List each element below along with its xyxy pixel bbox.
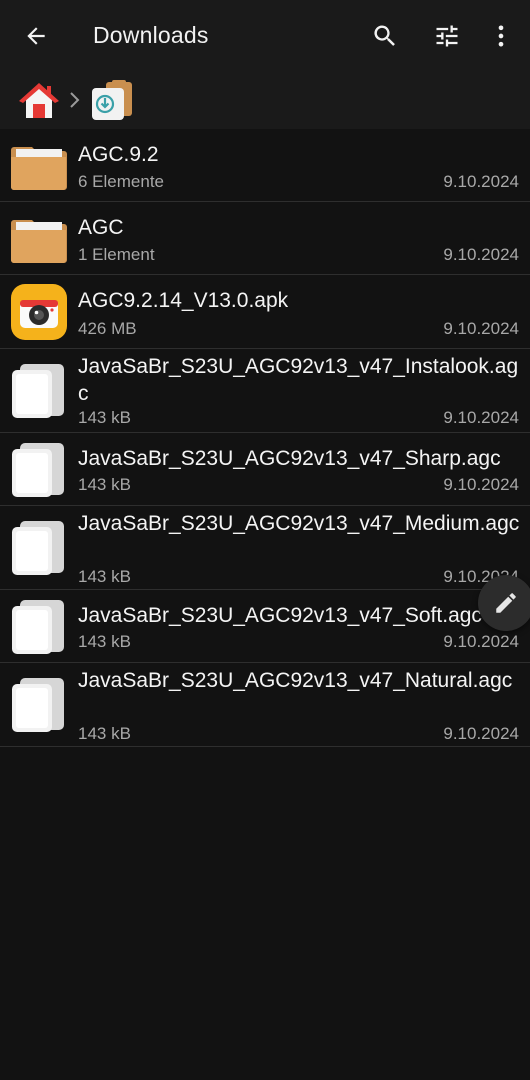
file-meta: 143 kB (78, 567, 131, 586)
file-date: 9.10.2024 (443, 319, 519, 338)
file-date: 9.10.2024 (443, 172, 519, 191)
file-meta: 143 kB (78, 632, 131, 651)
filter-button[interactable] (427, 18, 467, 54)
filter-sliders-icon (436, 25, 458, 47)
list-item[interactable]: JavaSaBr_S23U_AGC92v13_v47_Natural.agc 1… (0, 663, 530, 747)
file-name: JavaSaBr_S23U_AGC92v13_v47_Natural.agc (78, 669, 513, 692)
search-button[interactable] (365, 18, 405, 54)
breadcrumb-home[interactable] (18, 80, 60, 122)
back-button[interactable] (16, 18, 56, 54)
breadcrumb-separator (68, 90, 82, 115)
file-name: AGC.9.2 (78, 143, 159, 166)
breadcrumb-downloads[interactable] (88, 78, 134, 124)
more-vertical-icon (498, 25, 504, 47)
list-item[interactable]: AGC.9.2 6 Elemente 9.10.2024 (0, 129, 530, 202)
file-name: AGC9.2.14_V13.0.apk (78, 289, 289, 312)
folder-icon (11, 147, 67, 190)
list-item[interactable]: JavaSaBr_S23U_AGC92v13_v47_Sharp.agc 143… (0, 433, 530, 506)
chevron-right-icon (70, 92, 80, 108)
edit-fab-button[interactable] (478, 575, 530, 631)
file-name: JavaSaBr_S23U_AGC92v13_v47_Medium.agc (78, 512, 520, 535)
list-item[interactable]: JavaSaBr_S23U_AGC92v13_v47_Medium.agc 14… (0, 506, 530, 590)
file-icon (12, 364, 64, 418)
file-date: 9.10.2024 (443, 408, 519, 427)
breadcrumb (0, 72, 530, 129)
list-item[interactable]: AGC 1 Element 9.10.2024 (0, 202, 530, 275)
list-item[interactable]: AGC9.2.14_V13.0.apk 426 MB 9.10.2024 (0, 275, 530, 349)
file-meta: 143 kB (78, 475, 131, 494)
edit-pencil-icon (496, 593, 516, 613)
home-icon (19, 83, 59, 118)
file-meta: 1 Element (78, 245, 155, 264)
file-name: AGC (78, 216, 124, 239)
file-meta: 143 kB (78, 408, 131, 427)
file-icon (12, 600, 64, 654)
file-name: JavaSaBr_S23U_AGC92v13_v47_Soft.agc (78, 604, 482, 627)
app-bar: Downloads (0, 0, 530, 72)
file-meta: 6 Elemente (78, 172, 164, 191)
file-list: AGC.9.2 6 Elemente 9.10.2024 AGC 1 Eleme… (0, 129, 530, 747)
folder-icon (11, 220, 67, 263)
file-date: 9.10.2024 (443, 632, 519, 651)
file-icon (12, 443, 64, 497)
file-icon (12, 678, 64, 732)
file-meta: 426 MB (78, 319, 137, 338)
file-name: JavaSaBr_S23U_AGC92v13_v47_Sharp.agc (78, 447, 501, 470)
file-date: 9.10.2024 (443, 245, 519, 264)
file-icon (12, 521, 64, 575)
downloads-folder-icon (92, 80, 132, 120)
search-icon (374, 25, 395, 46)
file-name: JavaSaBr_S23U_AGC92v13_v47_Instalook.agc (78, 355, 519, 405)
file-meta: 143 kB (78, 724, 131, 743)
camera-app-icon (11, 284, 67, 340)
page-title: Downloads (93, 22, 209, 48)
back-arrow-icon (27, 27, 45, 45)
file-date: 9.10.2024 (443, 724, 519, 743)
more-options-button[interactable] (481, 18, 521, 54)
list-item[interactable]: JavaSaBr_S23U_AGC92v13_v47_Soft.agc 143 … (0, 590, 530, 663)
file-date: 9.10.2024 (443, 475, 519, 494)
list-item[interactable]: JavaSaBr_S23U_AGC92v13_v47_Instalook.agc… (0, 349, 530, 433)
